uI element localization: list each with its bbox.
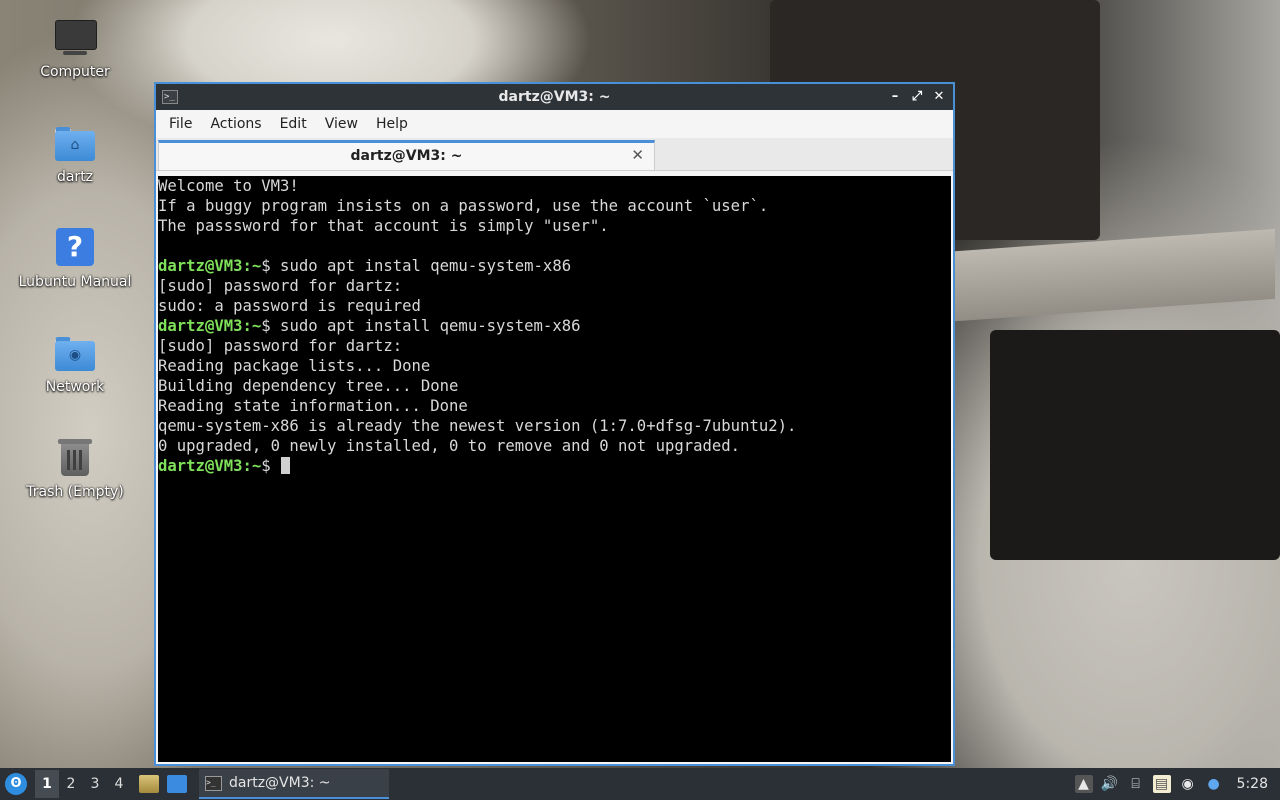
home-folder-icon: ⌂ xyxy=(55,123,95,163)
tab-label: dartz@VM3: ~ xyxy=(350,148,463,164)
file-manager-icon[interactable] xyxy=(139,775,159,793)
notification-icon[interactable]: ● xyxy=(1205,775,1223,793)
desktop-icon-manual[interactable]: ? Lubuntu Manual xyxy=(15,228,135,290)
terminal-icon: >_ xyxy=(162,90,178,104)
tab-close-icon[interactable]: ✕ xyxy=(631,146,644,164)
help-icon: ? xyxy=(55,228,95,268)
volume-icon[interactable]: 🔊 xyxy=(1101,775,1119,793)
menu-view[interactable]: View xyxy=(316,116,367,132)
window-title: dartz@VM3: ~ xyxy=(498,89,611,105)
terminal-icon: >_ xyxy=(205,775,222,791)
taskbar-item-label: dartz@VM3: ~ xyxy=(229,775,331,791)
workspace-3[interactable]: 3 xyxy=(83,776,107,792)
terminal-input-line[interactable]: dartz@VM3:~$ xyxy=(158,456,951,476)
minimize-button[interactable]: – xyxy=(887,89,903,105)
wallpaper-beam xyxy=(955,228,1275,322)
terminal-line: Reading package lists... Done xyxy=(158,357,431,375)
desktop-icon-home[interactable]: ⌂ dartz xyxy=(15,123,135,185)
text-cursor xyxy=(281,457,291,474)
menu-actions[interactable]: Actions xyxy=(201,116,270,132)
maximize-button[interactable]: ⤢ xyxy=(909,89,925,105)
desktop-icon-label: Lubuntu Manual xyxy=(18,274,132,290)
terminal-line: sudo: a password is required xyxy=(158,297,421,315)
wallpaper-shadow-2 xyxy=(990,330,1280,560)
terminal-line: Reading state information... Done xyxy=(158,397,468,415)
desktop-icon-computer[interactable]: Computer xyxy=(15,18,135,80)
terminal-line: If a buggy program insists on a password… xyxy=(158,197,769,215)
trash-icon xyxy=(55,438,95,478)
terminal-line: dartz@VM3:~$ sudo apt install qemu-syste… xyxy=(158,317,581,335)
terminal-line: [sudo] password for dartz: xyxy=(158,277,403,295)
desktop-icon-trash[interactable]: Trash (Empty) xyxy=(15,438,135,500)
clipboard-icon[interactable]: ▤ xyxy=(1152,775,1171,793)
tray-arrow-icon[interactable]: ▲ xyxy=(1074,775,1093,793)
desktop-icon-label: Computer xyxy=(40,64,110,80)
workspace-1[interactable]: 1 xyxy=(35,770,59,798)
terminal-window: >_ dartz@VM3: ~ – ⤢ ✕ File Actions Edit … xyxy=(154,82,955,766)
desktop-icon-label: dartz xyxy=(56,169,94,185)
desktop-icon-label: Network xyxy=(45,379,105,395)
terminal-line: [sudo] password for dartz: xyxy=(158,337,403,355)
update-icon[interactable]: ◉ xyxy=(1179,775,1197,793)
terminal-prompt: dartz@VM3:~ xyxy=(158,457,262,475)
workspace-2[interactable]: 2 xyxy=(59,776,83,792)
taskbar: ʘ 1 2 3 4 >_ dartz@VM3: ~ ▲ 🔊 ⌸ ▤ ◉ ● 5:… xyxy=(0,768,1280,800)
terminal-line: 0 upgraded, 0 newly installed, 0 to remo… xyxy=(158,437,741,455)
workspace-4[interactable]: 4 xyxy=(107,776,131,792)
desktop-icon-network[interactable]: ◉ Network xyxy=(15,333,135,395)
terminal-line: Welcome to VM3! xyxy=(158,177,299,195)
tab-bar: dartz@VM3: ~ ✕ xyxy=(156,138,953,171)
terminal-output[interactable]: Welcome to VM3! If a buggy program insis… xyxy=(158,176,951,762)
clock[interactable]: 5:28 xyxy=(1237,776,1268,792)
taskbar-item-terminal[interactable]: >_ dartz@VM3: ~ xyxy=(199,769,389,799)
network-folder-icon: ◉ xyxy=(55,333,95,373)
close-button[interactable]: ✕ xyxy=(931,89,947,105)
start-menu-icon[interactable]: ʘ xyxy=(5,773,27,795)
terminal-line: qemu-system-x86 is already the newest ve… xyxy=(158,417,797,435)
tab-terminal[interactable]: dartz@VM3: ~ ✕ xyxy=(158,140,655,170)
network-icon[interactable]: ⌸ xyxy=(1127,775,1145,793)
window-titlebar[interactable]: >_ dartz@VM3: ~ – ⤢ ✕ xyxy=(156,84,953,110)
menubar: File Actions Edit View Help xyxy=(156,110,953,138)
show-desktop-icon[interactable] xyxy=(167,775,187,793)
terminal-input[interactable]: $ xyxy=(261,457,280,475)
terminal-prompt: dartz@VM3:~ xyxy=(158,317,262,335)
menu-edit[interactable]: Edit xyxy=(271,116,316,132)
menu-file[interactable]: File xyxy=(160,116,201,132)
system-tray: ▲ 🔊 ⌸ ▤ ◉ ● 5:28 xyxy=(1074,775,1268,793)
terminal-line: dartz@VM3:~$ sudo apt instal qemu-system… xyxy=(158,257,572,275)
computer-icon xyxy=(55,18,97,58)
menu-help[interactable]: Help xyxy=(367,116,417,132)
desktop-icon-label: Trash (Empty) xyxy=(26,484,124,500)
terminal-prompt: dartz@VM3:~ xyxy=(158,257,262,275)
terminal-line: Building dependency tree... Done xyxy=(158,377,459,395)
terminal-line: The passsword for that account is simply… xyxy=(158,217,609,235)
